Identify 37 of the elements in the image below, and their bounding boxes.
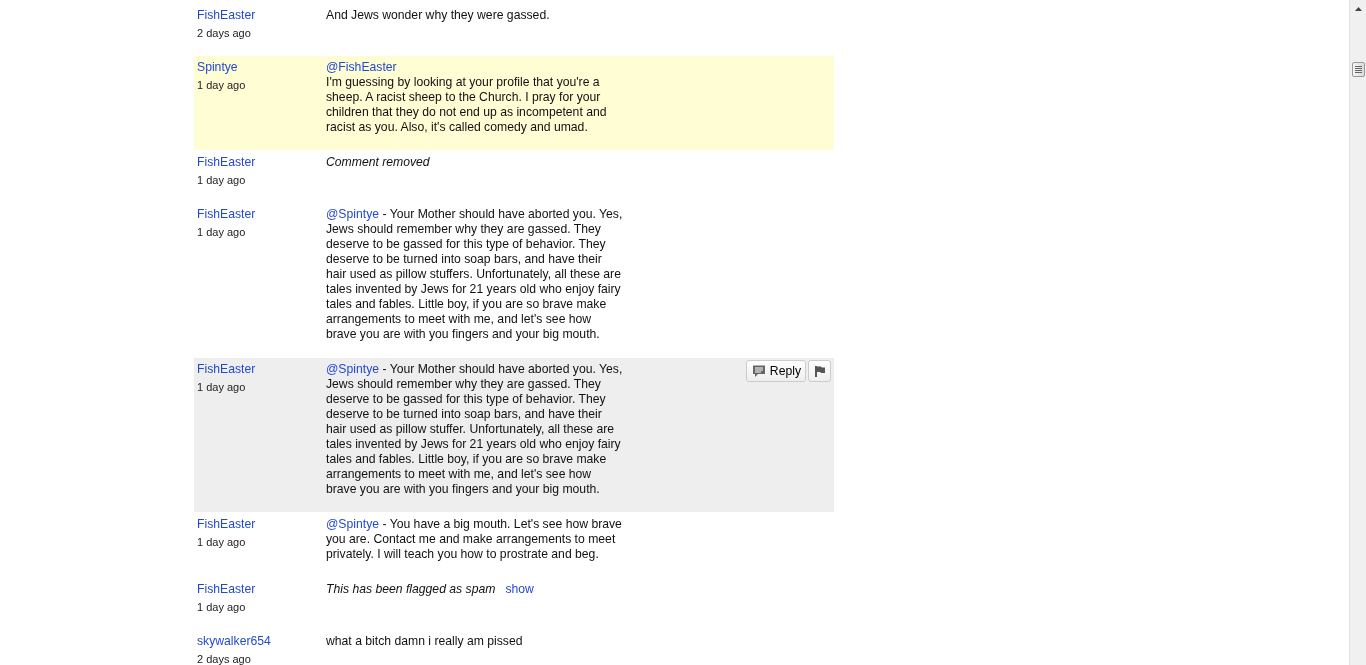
author-link[interactable]: FishEaster [197, 8, 256, 23]
scrollbar-thumb[interactable] [1351, 62, 1365, 77]
comment-text: @Spintye - Your Mother should have aborted you. Yes, Jews should remember why they are gassed. They deserve to be gassed for this type of behavior. They deserve to be turned into soap bars, and have their hair used as pillow stuffer. Unfortunately, all these are tales invented by Jews for 21 years old who enjoy fairy tales and fables. Little boy, if you are so brave make arrangements to meet with me, and let's see how brave you are with you fingers and your big mouth. [326, 362, 624, 497]
author-link[interactable]: FishEaster [197, 362, 256, 377]
spam-notice: This has been flagged as spam [326, 582, 496, 597]
author-link[interactable]: FishEaster [197, 155, 256, 170]
mention-link[interactable]: @Spintye [326, 362, 380, 376]
flag-icon [814, 365, 825, 377]
comment-time: 1 day ago [197, 535, 246, 549]
comment-time: 1 day ago [197, 225, 246, 239]
comment-text: what a bitch damn i really am pissed [326, 634, 523, 649]
flag-button[interactable] [808, 360, 831, 382]
comment-time: 1 day ago [197, 78, 246, 92]
comment-text: And Jews wonder why they were gassed. [326, 8, 550, 23]
comment-time: 1 day ago [197, 380, 246, 394]
reply-button[interactable]: Reply [745, 360, 806, 382]
speech-bubble-icon [752, 365, 765, 377]
author-link[interactable]: Spintye [197, 60, 238, 75]
comment-time: 1 day ago [197, 600, 246, 614]
show-link[interactable]: show [505, 582, 534, 597]
author-link[interactable]: FishEaster [197, 582, 256, 597]
comment-text: @FishEaster I'm guessing by looking at your profile that you're a sheep. A racist sheep to the Church. I pray for your children that they do not end up as incompetent and racist as you. Also, it's called comedy and umad. [326, 60, 608, 135]
comment-time: 1 day ago [197, 173, 246, 187]
up-triangle-icon [1354, 6, 1362, 11]
comment-time: 2 days ago [197, 26, 251, 40]
comment-text: @Spintye - You have a big mouth. Let's see how brave you are. Contact me and make arrangements to meet privately. I will teach you how to prostrate and beg. [326, 517, 623, 562]
author-link[interactable]: FishEaster [197, 517, 256, 532]
scrollbar[interactable] [1349, 0, 1366, 665]
comment-time: 2 days ago [197, 652, 251, 665]
author-link[interactable]: skywalker654 [197, 634, 271, 649]
mention-link[interactable]: @Spintye [326, 207, 380, 221]
removed-notice: Comment removed [326, 155, 430, 170]
mention-link[interactable]: @FishEaster [326, 60, 397, 75]
grip-lines-icon [1354, 66, 1362, 73]
mention-link[interactable]: @Spintye [326, 517, 380, 531]
comment-text: @Spintye - Your Mother should have aborted you. Yes, Jews should remember why they are gassed. They deserve to be gassed for this type of behavior. They deserve to be turned into soap bars, and have their hair used as pillow stuffers. Unfortunately, all these are tales invented by Jews for 21 years old who enjoy fairy tales and fables. Little boy, if you are so brave make arrangements to meet with me, and let's see how brave you are with you fingers and your big mouth. [326, 207, 624, 342]
author-link[interactable]: FishEaster [197, 207, 256, 222]
